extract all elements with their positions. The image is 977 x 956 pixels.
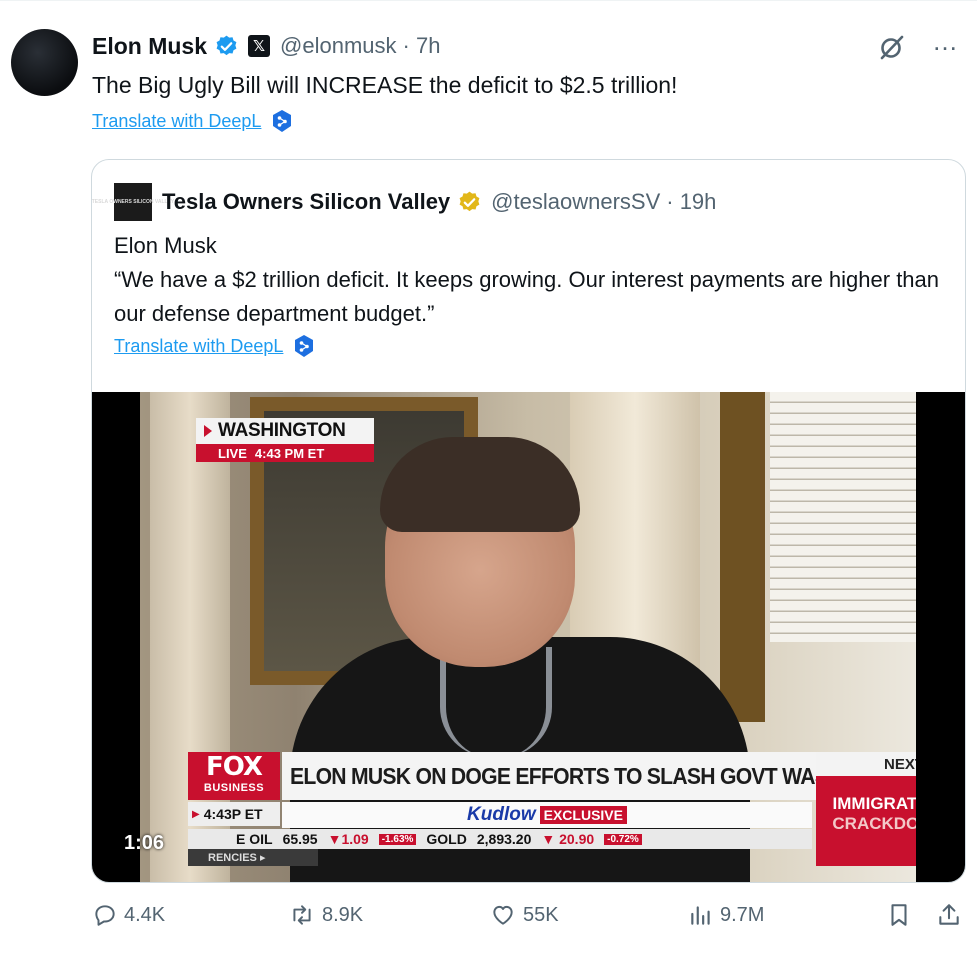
live-label: LIVE [218,445,247,461]
more-options-icon[interactable]: … [932,28,959,54]
avatar[interactable] [11,29,78,96]
currencies-tab: RENCIES ▸ [188,849,318,866]
headline-bar: ELON MUSK ON DOGE EFFORTS TO SLASH GOVT … [282,752,854,800]
market-ticker: E OIL 65.95 ▼1.09 -1.63% GOLD 2,893.20 ▼… [188,829,812,849]
quote-translate-link[interactable]: Translate with DeepL [114,336,283,357]
quote-header: TESLA OWNERS SILICON VALLEY Tesla Owners… [92,183,716,221]
network-logo-subtext: BUSINESS [203,782,265,794]
reply-icon [95,905,115,926]
reply-count: 4.4K [124,903,166,926]
up-next-box: NEXT IMMIGRATION CRACKDOWN [816,752,916,866]
video-frame: WASHINGTON LIVE 4:43 PM ET FOX BUSINESS … [140,392,916,882]
location-label: WASHINGTON [218,420,346,441]
tweet-actions-bar: 4.4K 8.9K 55K 9.7M [0,902,977,942]
live-time: 4:43 PM ET [254,445,325,461]
scene-window-blinds [770,392,916,642]
like-button[interactable]: 55K [489,902,559,928]
clock-chip: ▶ 4:43P ET [188,802,280,826]
deepl-icon [273,110,292,132]
bookmark-icon [891,904,907,926]
reply-button[interactable]: 4.4K [92,902,165,928]
quote-text-line1: Elon Musk [114,233,217,258]
quoted-tweet[interactable]: TESLA OWNERS SILICON VALLEY Tesla Owners… [91,159,966,883]
tweet-text: The Big Ugly Bill will INCREASE the defi… [92,72,678,98]
ticker-oil-change: ▼1.09 [327,831,369,847]
ticker-oil-pct: -1.63% [378,833,417,845]
quote-author-name[interactable]: Tesla Owners Silicon Valley [162,189,450,215]
quote-avatar[interactable]: TESLA OWNERS SILICON VALLEY [92,183,174,221]
video-player[interactable]: WASHINGTON LIVE 4:43 PM ET FOX BUSINESS … [92,392,965,882]
repost-button[interactable]: 8.9K [288,902,363,928]
like-count: 55K [523,903,559,926]
translate-link-row: Translate with DeepL [92,109,293,133]
top-divider [0,0,977,1]
x-affiliation-icon[interactable]: 𝕏 [248,35,271,57]
up-next-line2: CRACKDOWN [832,814,916,833]
quote-author-handle[interactable]: @teslaownersSV [491,189,660,215]
ticker-gold-change: ▼ 20.90 [541,831,595,847]
tweet-header: Elon Musk 𝕏 @elonmusk · 7h [92,31,440,61]
show-bar: Kudlow EXCLUSIVE [282,802,812,828]
grok-icon[interactable] [878,33,906,61]
deepl-icon [295,335,314,357]
ticker-gold-label: GOLD [426,831,467,847]
video-duration: 1:06 [124,832,165,854]
gold-verified-badge-icon[interactable] [457,190,482,215]
repost-icon [293,905,311,925]
quote-text-line2: “We have a $2 trillion deficit. It keeps… [114,267,940,326]
play-triangle-icon [204,425,212,437]
news-headline: ELON MUSK ON DOGE EFFORTS TO SLASH GOVT … [290,762,854,789]
show-tag: EXCLUSIVE [539,806,627,824]
repost-count: 8.9K [322,903,364,926]
up-next-label: NEXT [816,752,916,776]
heart-icon [493,905,513,925]
ticker-gold-value: 2,893.20 [476,831,532,847]
author-handle[interactable]: @elonmusk [280,33,397,59]
news-lower-third: FOX BUSINESS ELON MUSK ON DOGE EFFORTS T… [188,752,916,882]
quote-text: Elon Musk “We have a $2 trillion deficit… [114,229,944,331]
share-icon [939,904,959,925]
show-name: Kudlow [467,804,536,825]
views-bar-chart-icon [691,906,710,925]
author-name[interactable]: Elon Musk [92,33,207,60]
views-button[interactable]: 9.7M [688,902,764,928]
bookmark-button[interactable] [886,902,912,928]
share-button[interactable] [936,902,962,928]
scene-door [720,392,765,722]
clock-triangle-icon: ▶ [192,808,200,820]
ticker-gold-pct: -0.72% [604,833,642,845]
up-next-line1: IMMIGRATION [832,794,916,813]
location-graphic: WASHINGTON LIVE 4:43 PM ET [196,418,374,464]
ticker-oil-value: 65.95 [282,831,318,847]
quote-translate-row: Translate with DeepL [114,334,315,358]
network-logo-text: FOX [206,752,263,782]
post-time[interactable]: · 7h [403,33,441,59]
verified-badge-icon[interactable] [214,34,239,59]
ticker-oil-label: E OIL [236,831,273,847]
quote-post-time[interactable]: · 19h [666,189,716,215]
view-count: 9.7M [720,903,765,926]
tweet-top-actions: … [878,28,959,61]
fox-business-logo: FOX BUSINESS [188,752,280,800]
person-hair [380,437,580,532]
translate-link[interactable]: Translate with DeepL [92,111,261,132]
clock-time: 4:43P ET [203,806,263,822]
